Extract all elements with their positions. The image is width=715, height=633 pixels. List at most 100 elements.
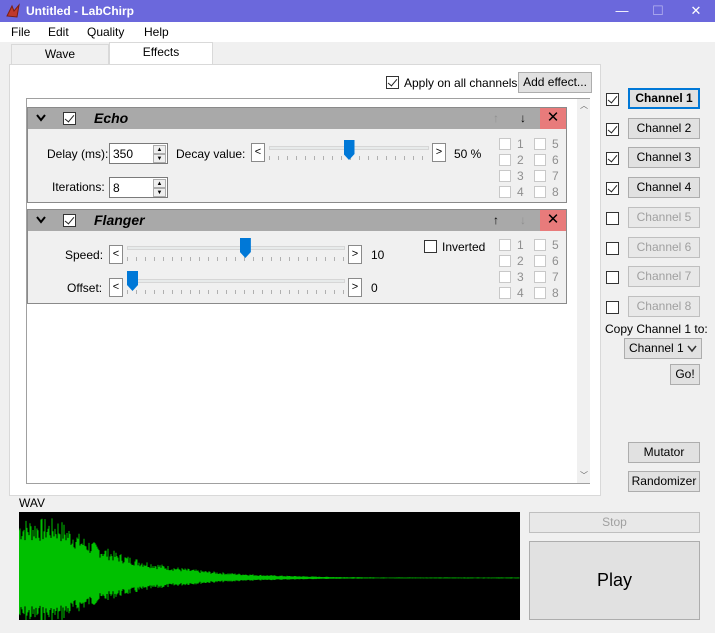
channel-5-button[interactable]: Channel 5 [628,206,700,228]
channel-7-checkbox[interactable] [606,271,619,285]
collapse-chevron-icon[interactable] [36,216,46,224]
randomizer-button[interactable]: Randomizer [628,471,700,492]
stepper-down-icon[interactable]: ▼ [153,188,166,197]
effect-channel-label: 8 [552,185,559,199]
scroll-down-icon[interactable]: ﹀ [580,470,588,481]
move-up-icon[interactable]: ↑ [493,111,499,125]
channel-8-checkbox[interactable] [606,300,619,314]
echo-enabled-checkbox[interactable] [63,112,76,125]
channel-6-button[interactable]: Channel 6 [628,236,700,258]
effect-channel-checkbox[interactable] [534,287,546,299]
effect-channel-checkbox[interactable] [534,170,546,182]
offset-slider-thumb[interactable] [127,271,138,291]
channel-1-checkbox[interactable] [606,93,619,106]
effect-flanger-header: Flanger ↑ ↓ ✕ [28,210,566,231]
effect-channel-label: 4 [517,286,524,300]
effect-channel-checkbox[interactable] [534,271,546,283]
decay-increase-button[interactable]: > [432,143,446,162]
decay-slider[interactable] [269,140,429,164]
echo-title: Echo [94,110,129,126]
go-button[interactable]: Go! [670,364,700,385]
offset-decrease-button[interactable]: < [109,278,123,297]
channel-4-button[interactable]: Channel 4 [628,177,700,199]
effect-channel-checkbox[interactable] [499,239,511,251]
channel-8-button[interactable]: Channel 8 [628,295,700,317]
tab-wave[interactable]: Wave [11,44,109,64]
speed-increase-button[interactable]: > [348,245,362,264]
effect-channel-checkbox[interactable] [499,138,511,150]
close-window-button[interactable]: ✕ [678,0,714,22]
tab-effects[interactable]: Effects [109,42,213,65]
channel-3-button[interactable]: Channel 3 [628,147,700,169]
stepper-down-icon[interactable]: ▼ [153,154,166,163]
waveform-path [18,518,520,623]
move-down-icon[interactable]: ↓ [520,213,526,227]
flanger-enabled-checkbox[interactable] [63,214,76,227]
channel-2-button[interactable]: Channel 2 [628,117,700,139]
menu-file[interactable]: File [11,25,30,39]
effect-channel-label: 7 [552,270,559,284]
decay-decrease-button[interactable]: < [251,143,265,162]
mutator-button[interactable]: Mutator [628,442,700,463]
effect-channel-checkbox[interactable] [534,154,546,166]
menu-edit[interactable]: Edit [48,25,69,39]
iterations-stepper[interactable]: 8 ▲ ▼ [109,177,168,198]
channel-6-checkbox[interactable] [606,241,619,255]
chevron-down-icon [687,345,697,353]
effect-channel-checkbox[interactable] [534,239,546,251]
remove-effect-close-icon[interactable]: ✕ [540,210,566,231]
effect-channel-checkbox[interactable] [499,271,511,283]
channel-7-button[interactable]: Channel 7 [628,266,700,288]
title-bar[interactable]: Untitled - LabChirp — ☐ ✕ [0,0,715,22]
channel-5-checkbox[interactable] [606,211,619,225]
stop-button[interactable]: Stop [529,512,700,533]
effect-channel-checkbox[interactable] [534,186,546,198]
maximize-button[interactable]: ☐ [640,0,676,22]
delay-label: Delay (ms): [47,147,109,161]
channel-4-checkbox[interactable] [606,182,619,196]
menu-quality[interactable]: Quality [87,25,124,39]
move-down-icon[interactable]: ↓ [520,111,526,125]
effects-scrollbar[interactable]: ︿ ﹀ [577,99,590,483]
effect-channel-label: 6 [552,153,559,167]
play-button[interactable]: Play [529,541,700,620]
flanger-channel-boxes: 1 5 2 6 3 7 4 8 [499,238,567,301]
stepper-up-icon[interactable]: ▲ [153,145,166,154]
effect-channel-checkbox[interactable] [499,170,511,182]
offset-slider[interactable] [127,271,347,295]
effect-channel-checkbox[interactable] [534,138,546,150]
echo-channel-boxes: 1 5 2 6 3 7 4 8 [499,137,567,200]
speed-decrease-button[interactable]: < [109,245,123,264]
menu-help[interactable]: Help [144,25,169,39]
effect-channel-checkbox[interactable] [499,186,511,198]
channel-1-button[interactable]: Channel 1 [628,88,700,109]
delay-value[interactable]: 350 [113,147,133,161]
effect-channel-checkbox[interactable] [499,255,511,267]
speed-slider-thumb[interactable] [239,238,251,258]
effect-channel-label: 4 [517,185,524,199]
remove-effect-close-icon[interactable]: ✕ [540,108,566,129]
add-effect-button[interactable]: Add effect... [518,72,592,93]
waveform-display[interactable] [18,512,520,623]
stepper-up-icon[interactable]: ▲ [153,179,166,188]
channel-3-checkbox[interactable] [606,152,619,166]
offset-increase-button[interactable]: > [348,278,362,297]
inverted-checkbox[interactable] [424,240,437,253]
apply-all-checkbox[interactable] [386,76,399,89]
effect-channel-checkbox[interactable] [499,154,511,166]
channel-2-checkbox[interactable] [606,122,619,136]
scroll-up-icon[interactable]: ︿ [580,100,588,111]
move-up-icon[interactable]: ↑ [493,213,499,227]
delay-stepper[interactable]: 350 ▲ ▼ [109,143,168,164]
speed-slider[interactable] [127,238,347,262]
copy-target-dropdown[interactable]: Channel 1 [624,338,702,359]
minimize-button[interactable]: — [604,0,640,22]
effect-channel-checkbox[interactable] [534,255,546,267]
collapse-chevron-icon[interactable] [36,114,46,122]
effect-flanger: Flanger ↑ ↓ ✕ Speed: < > 10 Offset: < > … [27,209,567,304]
iterations-value[interactable]: 8 [113,181,120,195]
offset-value: 0 [371,281,378,295]
effect-channel-checkbox[interactable] [499,287,511,299]
inverted-label: Inverted [442,240,486,254]
flanger-title: Flanger [94,212,145,228]
